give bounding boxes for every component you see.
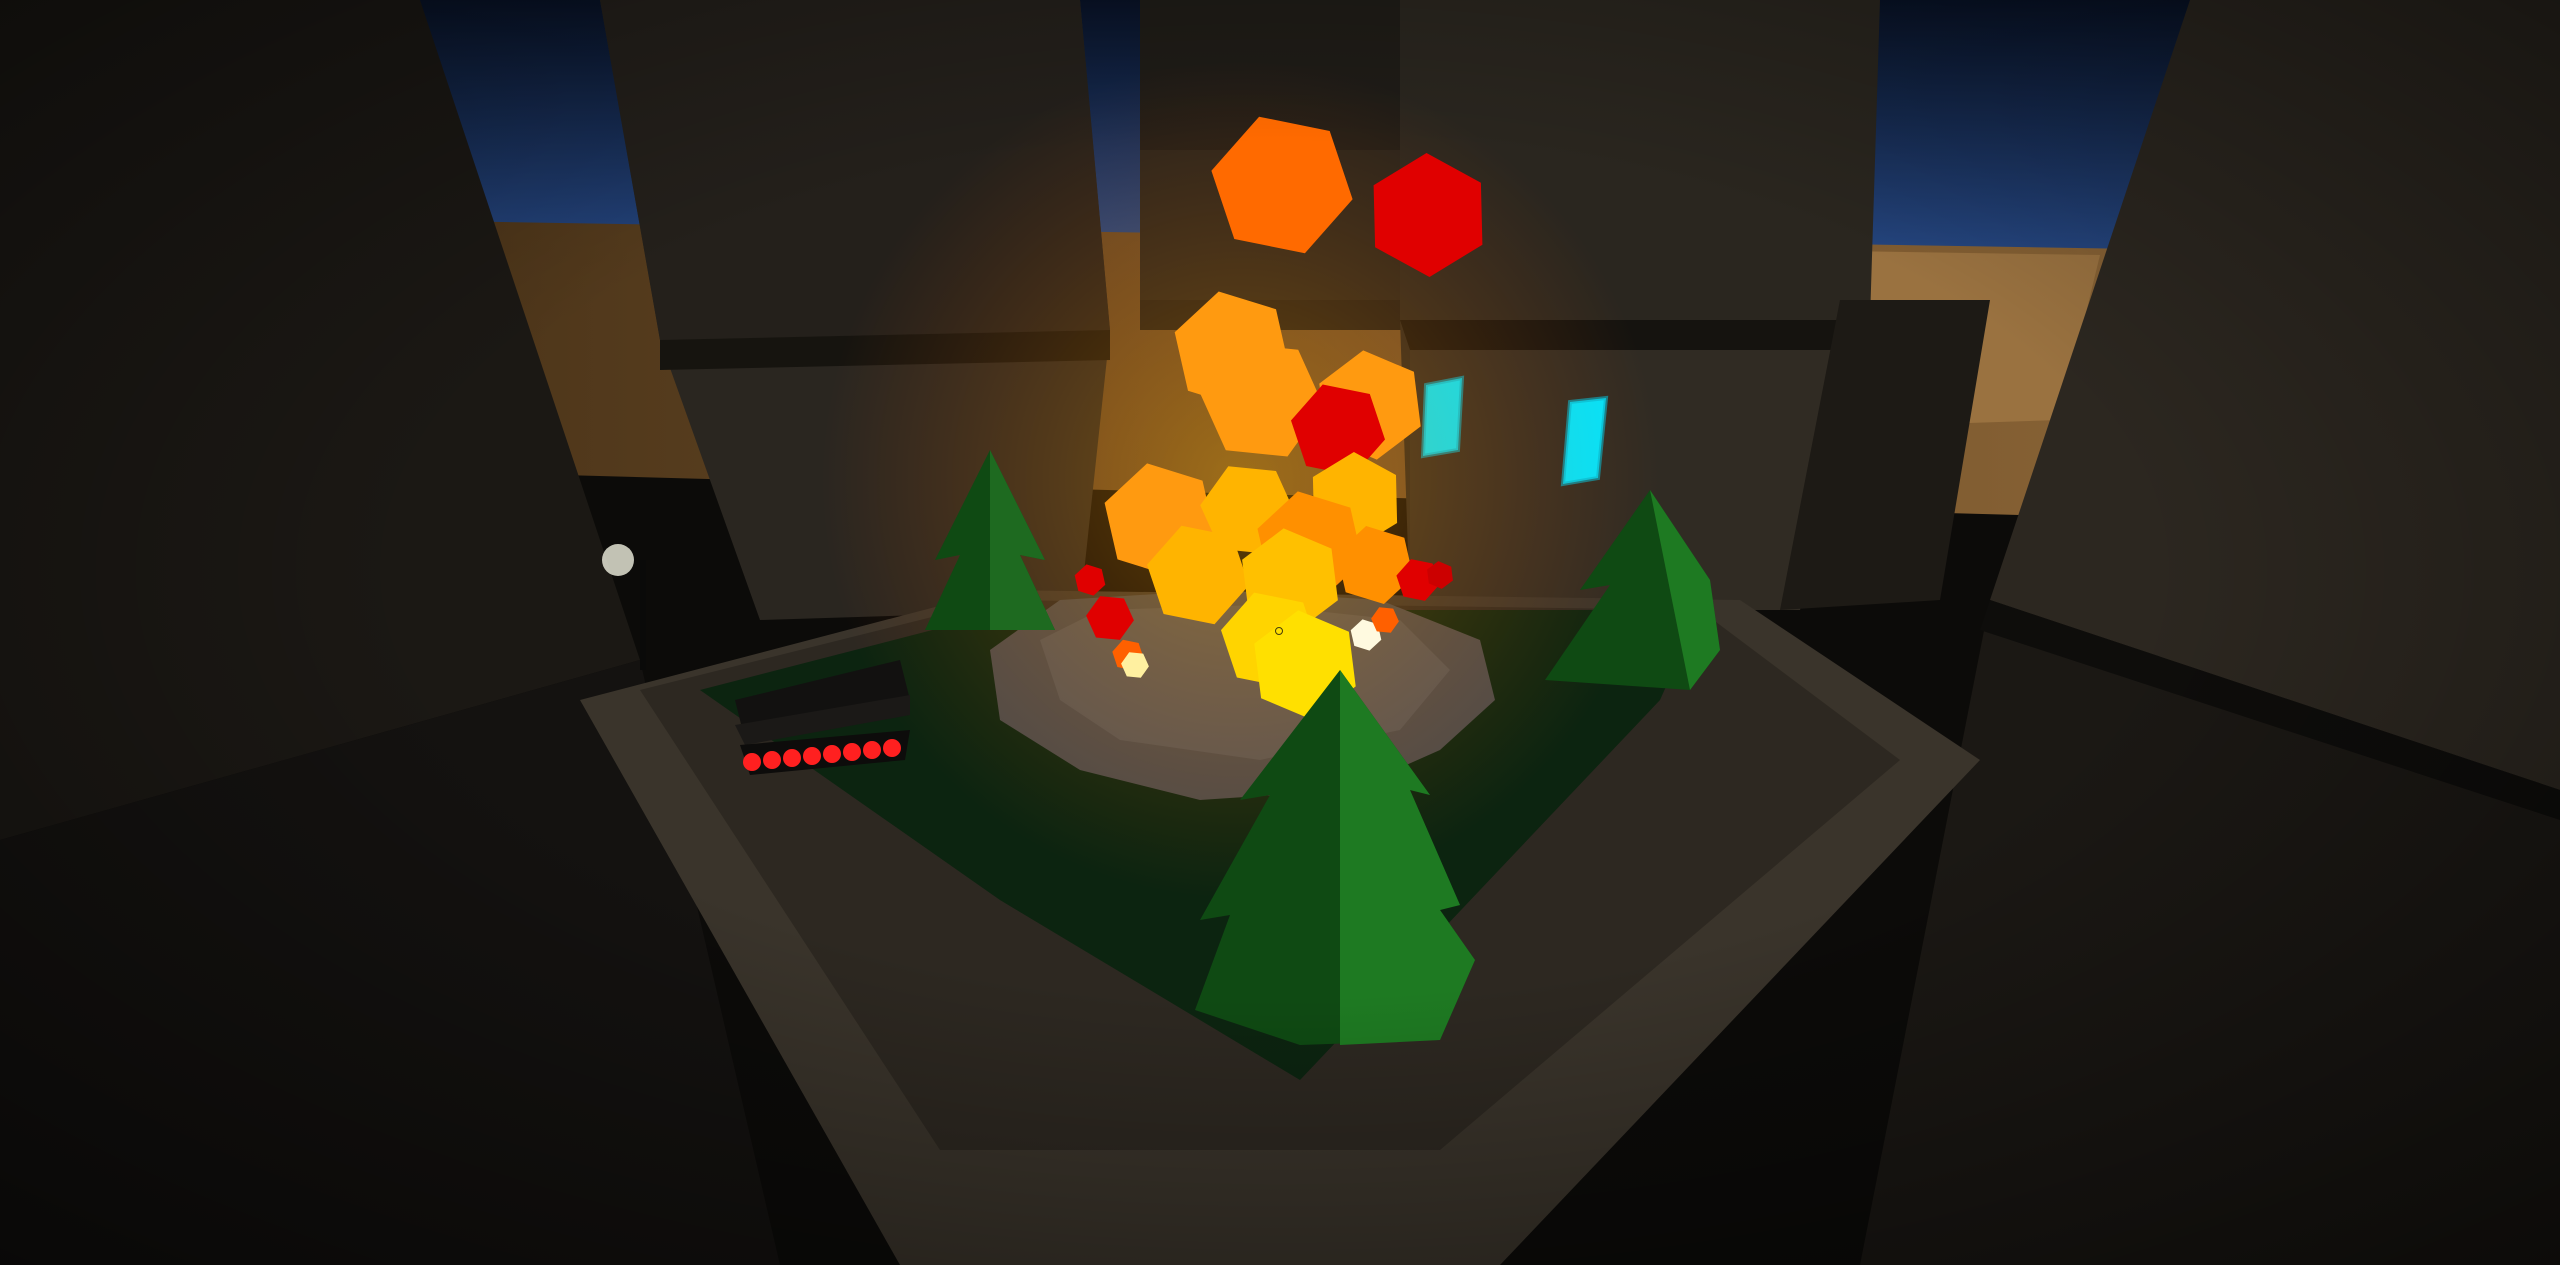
vignette xyxy=(0,0,2560,1265)
game-viewport[interactable] xyxy=(0,0,2560,1265)
scene-canvas[interactable] xyxy=(0,0,2560,1265)
